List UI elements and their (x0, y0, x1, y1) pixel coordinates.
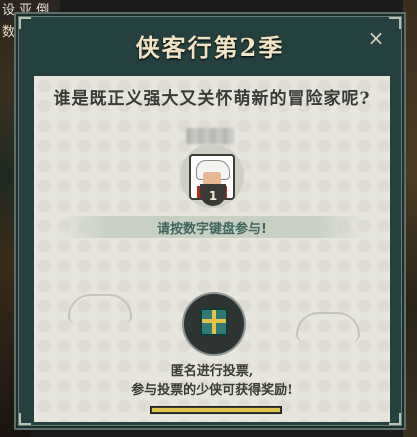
cloud-decoration (68, 294, 132, 324)
dialog-title: 侠客行第2季 (135, 33, 285, 62)
hint-text: 请按数字键盘参与! (157, 222, 267, 237)
frame-corner (19, 413, 31, 425)
vote-question: 谁是既正义强大又关怀萌新的冒险家呢? (53, 89, 371, 109)
vote-info: 匿名进行投票, 参与投票的少侠可获得奖励! (34, 362, 390, 400)
cloud-decoration (296, 312, 360, 342)
frame-corner (389, 413, 401, 425)
reward-progress-fill (152, 408, 280, 412)
close-icon[interactable]: × (366, 28, 386, 48)
vote-dialog: 侠客行第2季 × 谁是既正义强大又关怀萌新的冒险家呢? 1 请按数字键盘参与! … (14, 12, 406, 430)
gift-box-icon[interactable] (200, 308, 228, 336)
reward-progress-bar (150, 406, 282, 414)
info-line-1: 匿名进行投票, (170, 364, 254, 379)
candidate-name-blurred (186, 128, 234, 144)
info-line-2: 参与投票的少侠可获得奖励! (131, 383, 293, 398)
vote-panel: 谁是既正义强大又关怀萌新的冒险家呢? 1 请按数字键盘参与! 匿名进行投票, 参… (34, 76, 390, 422)
